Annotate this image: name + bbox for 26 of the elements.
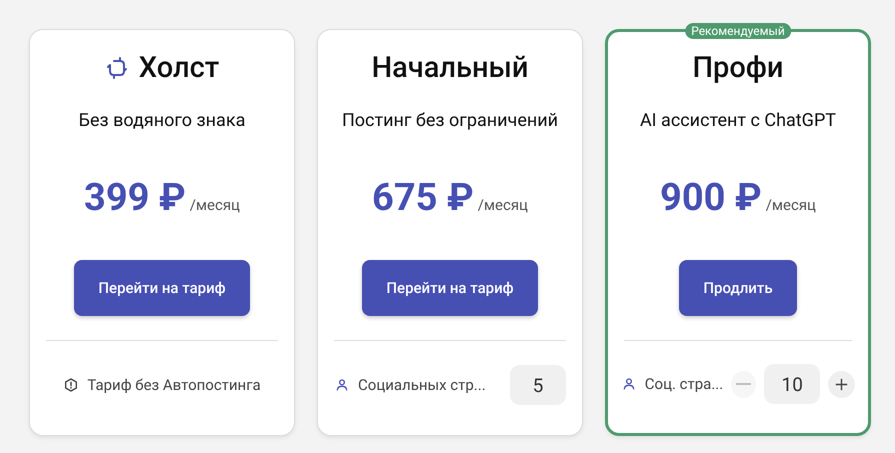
plan-price: 675 ₽ [372,176,474,220]
plus-button[interactable] [828,370,856,398]
plan-button[interactable]: Перейти на тариф [362,260,538,316]
minus-icon [736,383,752,385]
plan-name: Профи [692,51,784,85]
recommended-badge: Рекомендуемый [685,23,791,39]
warning-icon [63,377,80,393]
social-pages-label: Социальных стр... [358,376,487,394]
person-icon [620,376,637,392]
price-period: /месяц [478,196,528,214]
plan-subtitle: Без водяного знака [78,110,246,131]
plan-button[interactable]: Продлить [679,260,797,316]
plan-subtitle: Постинг без ограничений [342,110,558,131]
plan-name: Холст [138,51,220,85]
plan-price: 900 ₽ [660,176,762,220]
plan-note: Тариф без Автопостинга [87,376,261,394]
plan-subtitle: AI ассистент с ChatGPT [640,110,836,131]
person-icon [334,377,350,393]
price-period: /месяц [190,196,240,214]
count-value[interactable]: 5 [510,365,566,405]
price-period: /месяц [766,196,816,214]
plan-price: 399 ₽ [84,176,186,220]
social-pages-label: Соц. стра... [644,375,724,393]
plan-name: Начальный [372,51,528,85]
plan-button[interactable]: Перейти на тариф [74,260,250,316]
count-value[interactable]: 10 [764,364,820,404]
